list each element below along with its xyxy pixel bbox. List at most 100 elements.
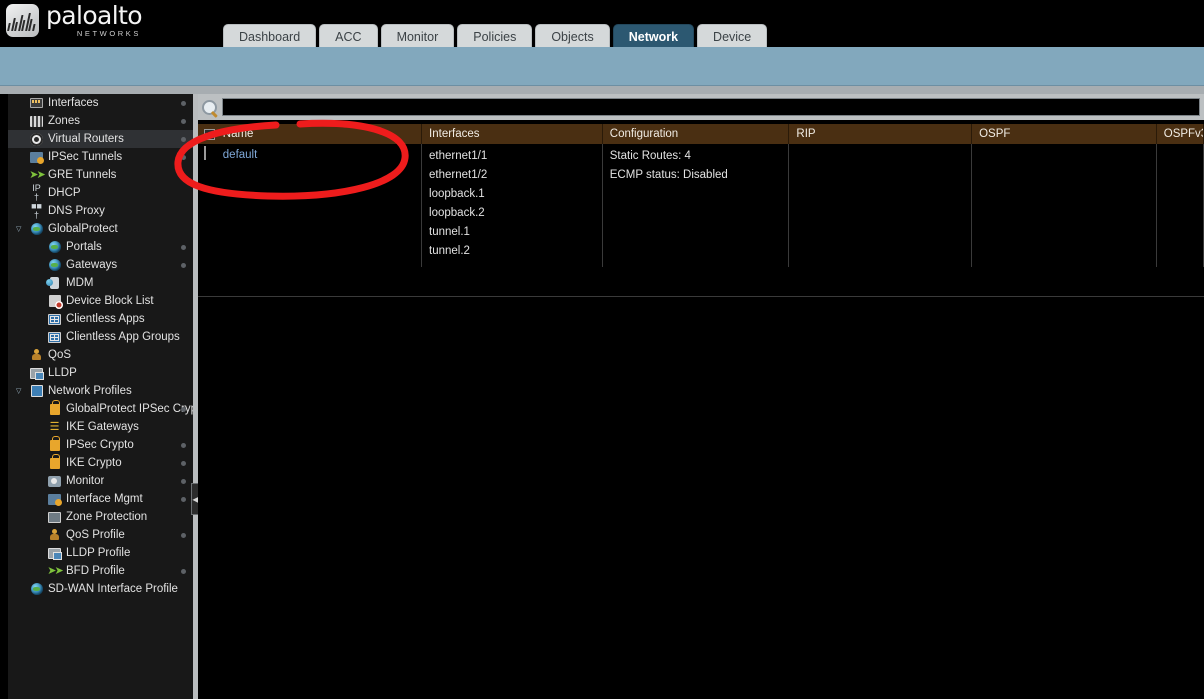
row-checkbox-cell[interactable]	[198, 144, 216, 267]
zones-icon	[29, 114, 44, 128]
sidebar-item-indicator-dot	[181, 569, 186, 574]
sidebar-item-label: DNS Proxy	[48, 205, 105, 217]
interface-entry: ethernet1/1	[429, 150, 488, 162]
lldp-profile-icon	[47, 546, 62, 560]
sidebar-item-label: Network Profiles	[48, 385, 132, 397]
twisty-icon[interactable]: ▽	[16, 226, 25, 233]
sidebar-item-label: MDM	[66, 277, 94, 289]
lock-icon	[47, 399, 62, 416]
row-checkbox[interactable]	[204, 146, 206, 160]
sidebar-item-indicator-dot	[181, 155, 186, 160]
sidebar-item-label: Monitor	[66, 475, 105, 487]
sidebar-item-label: GlobalProtect	[48, 223, 118, 235]
tab-policies[interactable]: Policies	[457, 24, 533, 48]
sidebar-item-lldp[interactable]: LLDP	[8, 364, 193, 382]
column-header-name[interactable]: Name	[216, 124, 423, 144]
sidebar-item-virtual-routers[interactable]: Virtual Routers	[8, 130, 193, 148]
column-header-interfaces[interactable]: Interfaces	[422, 124, 603, 144]
virtual-routers-table: Name Interfaces Configuration RIP OSPF OSPFv3…	[198, 124, 1204, 297]
search-bar	[198, 94, 1204, 120]
sidebar-item-lldp-profile[interactable]: LLDP Profile	[8, 544, 193, 562]
sidebar-item-gateways[interactable]: Gateways	[8, 256, 193, 274]
sidebar-item-interfaces[interactable]: Interfaces	[8, 94, 193, 112]
sidebar-item-label: IPSec Tunnels	[48, 151, 123, 163]
sidebar-item-label: SD-WAN Interface Profile	[48, 583, 178, 595]
sidebar-item-ipsec-crypto[interactable]: IPSec Crypto	[8, 435, 193, 454]
sidebar-item-indicator-dot	[181, 245, 186, 250]
column-header-configuration[interactable]: Configuration	[603, 124, 790, 144]
network-profiles-icon	[29, 384, 44, 398]
gre-tunnel-icon: ➤➤	[29, 168, 46, 181]
configuration-entry: ECMP status: Disabled	[609, 169, 728, 181]
search-input[interactable]	[222, 98, 1200, 116]
interface-mgmt-icon	[47, 492, 62, 506]
virtual-router-name-link[interactable]: default	[223, 149, 258, 161]
sidebar-item-label: DHCP	[48, 187, 81, 199]
sidebar-item-indicator-dot	[181, 119, 186, 124]
cell-ospf	[972, 144, 1157, 267]
sdwan-icon	[29, 582, 44, 596]
zone-protection-icon	[47, 510, 62, 524]
sidebar-item-indicator-dot	[181, 101, 186, 106]
sidebar-item-ike-crypto[interactable]: IKE Crypto	[8, 453, 193, 472]
column-header-ospf[interactable]: OSPF	[972, 124, 1157, 144]
sidebar-item-dhcp[interactable]: IP † DHCP	[8, 184, 193, 202]
sidebar-item-clientless-apps[interactable]: Clientless Apps	[8, 310, 193, 328]
blue-banner	[0, 47, 1204, 86]
device-block-icon	[47, 294, 63, 309]
clientless-apps-icon	[47, 312, 62, 326]
sidebar-item-network-profiles[interactable]: ▽ Network Profiles	[8, 382, 193, 400]
sidebar-item-qos-profile[interactable]: QoS Profile	[8, 526, 193, 544]
dns-proxy-icon: ■■ †	[31, 201, 42, 220]
gray-divider-strip	[0, 86, 1204, 94]
sidebar-item-gre-tunnels[interactable]: ➤➤ GRE Tunnels	[8, 166, 193, 184]
sidebar-item-label: IKE Gateways	[66, 421, 139, 433]
select-all-checkbox-cell[interactable]	[198, 124, 216, 144]
row-bottom-border	[198, 296, 1204, 297]
sidebar-item-zones[interactable]: Zones	[8, 112, 193, 130]
twisty-icon[interactable]: ▽	[16, 388, 25, 395]
navigation-sidebar[interactable]: Interfaces Zones Virtual Routers IPSec Tunn…	[8, 94, 193, 699]
sidebar-item-interface-mgmt[interactable]: Interface Mgmt	[8, 490, 193, 508]
search-icon[interactable]	[202, 99, 217, 115]
tab-objects[interactable]: Objects	[535, 24, 610, 48]
cell-interfaces: ethernet1/1 ethernet1/2 loopback.1 loopback…	[422, 144, 603, 267]
tab-device[interactable]: Device	[697, 24, 768, 48]
column-header-ospfv3[interactable]: OSPFv3	[1157, 124, 1204, 144]
sidebar-item-dns-proxy[interactable]: ■■ † DNS Proxy	[8, 202, 193, 220]
sidebar-item-portals[interactable]: Portals	[8, 238, 193, 256]
tab-dashboard[interactable]: Dashboard	[223, 24, 317, 48]
sidebar-item-ipsec-tunnels[interactable]: IPSec Tunnels	[8, 148, 193, 166]
sidebar-item-label: Clientless App Groups	[66, 331, 180, 343]
tab-acc[interactable]: ACC	[319, 24, 378, 48]
sidebar-item-sd-wan-interface-profile[interactable]: SD-WAN Interface Profile	[8, 580, 193, 598]
sidebar-item-label: IKE Crypto	[66, 457, 122, 469]
column-header-rip[interactable]: RIP	[789, 124, 973, 144]
sidebar-item-indicator-dot	[181, 533, 186, 538]
sidebar-item-label: BFD Profile	[66, 565, 125, 577]
sidebar-item-label: LLDP	[48, 367, 77, 379]
tab-monitor[interactable]: Monitor	[380, 24, 455, 48]
sidebar-item-clientless-app-groups[interactable]: Clientless App Groups	[8, 328, 193, 346]
brand-tagline: NETWORKS	[76, 29, 141, 38]
sidebar-item-bfd-profile[interactable]: ➤➤ BFD Profile	[8, 562, 193, 580]
monitor-icon	[47, 474, 62, 488]
sidebar-item-mdm[interactable]: MDM	[8, 274, 193, 292]
mdm-icon	[46, 276, 62, 290]
main-tab-bar: Dashboard ACC Monitor Policies Objects Networ…	[223, 24, 768, 48]
sidebar-item-globalprotect-ipsec-crypt[interactable]: GlobalProtect IPSec Crypt	[8, 399, 193, 418]
sidebar-item-zone-protection[interactable]: Zone Protection	[8, 508, 193, 526]
sidebar-item-indicator-dot	[181, 407, 186, 412]
lock-icon	[47, 435, 62, 452]
table-row[interactable]: default ethernet1/1 ethernet1/2 loopback.1 l…	[198, 144, 1204, 267]
table-header-row: Name Interfaces Configuration RIP OSPF OSPFv3	[198, 124, 1204, 144]
portal-icon	[47, 240, 62, 254]
sidebar-item-monitor[interactable]: Monitor	[8, 472, 193, 490]
sidebar-item-globalprotect[interactable]: ▽ GlobalProtect	[8, 220, 193, 238]
sidebar-item-ike-gateways[interactable]: ☰ IKE Gateways	[8, 418, 193, 436]
sidebar-item-qos[interactable]: QoS	[8, 346, 193, 364]
select-all-checkbox[interactable]	[204, 128, 215, 140]
sidebar-item-device-block-list[interactable]: Device Block List	[8, 292, 193, 310]
logo-mark-icon	[6, 3, 39, 37]
tab-network[interactable]: Network	[612, 24, 695, 48]
